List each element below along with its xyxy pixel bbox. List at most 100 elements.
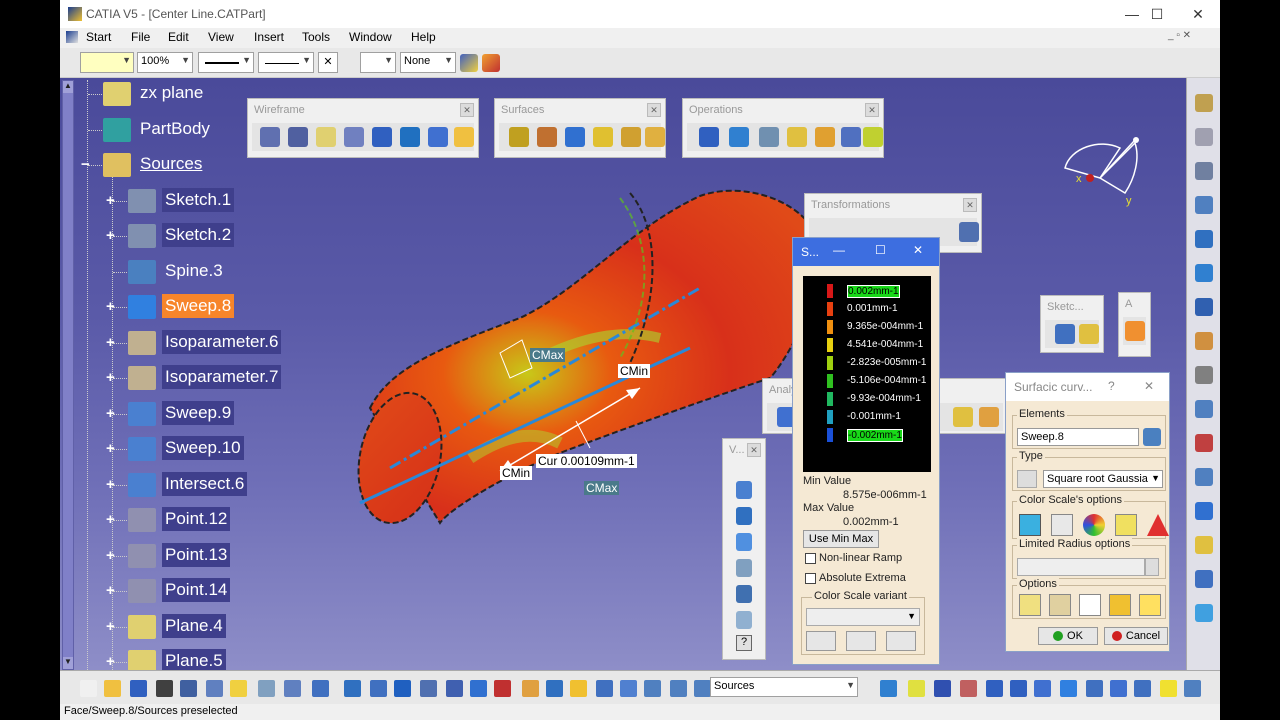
toolbar-tool-icon[interactable] [494,680,511,697]
toolbar-tool-icon[interactable] [546,680,563,697]
line-weight-combo[interactable]: ▼ [258,52,314,73]
color-scale-panel[interactable]: 0.002mm-1 0.001mm-1 9.365e-004mm-1 4.541e-0… [803,276,931,472]
shading-material-icon[interactable] [736,585,752,603]
toolbar-tool-icon[interactable] [522,680,539,697]
spline-icon[interactable] [400,127,420,147]
type-icon[interactable] [1017,470,1037,488]
toolbar-tool-icon[interactable] [180,680,197,697]
toolbar-tool-icon[interactable] [570,680,587,697]
absolute-extrema-checkbox[interactable] [805,573,816,584]
toolbar-tool-icon[interactable] [130,680,147,697]
toolbar-tool-icon[interactable] [1184,680,1201,697]
toolbar-tool-icon[interactable] [1134,680,1151,697]
3d-minmax-icon[interactable] [1049,594,1071,616]
expand-icon[interactable]: + [106,477,119,492]
fillet-icon[interactable] [815,127,835,147]
toolbar-tool-icon[interactable] [1034,680,1051,697]
line-icon[interactable] [288,127,308,147]
close-button[interactable]: ✕ [1178,3,1218,25]
close-icon[interactable]: ✕ [647,103,661,117]
layer-combo[interactable]: None ▼ [400,52,456,73]
toolbar-tool-icon[interactable] [1160,680,1177,697]
workbench-tool-icon[interactable] [1195,332,1213,350]
transparent-view-icon[interactable] [736,611,752,629]
expand-icon[interactable]: + [106,193,119,208]
expand-icon[interactable]: + [106,406,119,421]
toolbar-tool-icon[interactable] [156,680,173,697]
scale-swatch[interactable] [827,374,833,388]
minimize-button[interactable]: — [833,243,845,257]
elements-selector-icon[interactable] [1143,428,1161,446]
expand-icon[interactable]: + [106,335,119,350]
expand-icon[interactable]: + [106,441,119,456]
fill-icon[interactable] [621,127,641,147]
limited-radius-field[interactable] [1017,558,1145,576]
join-icon[interactable] [699,127,719,147]
close-icon[interactable]: ✕ [747,443,761,457]
scale-swatch[interactable] [827,320,833,334]
toolbar-tool-icon[interactable] [1086,680,1103,697]
axis-to-axis-icon[interactable] [959,222,979,242]
extrude-icon[interactable] [509,127,529,147]
toolbar-tool-icon[interactable] [960,680,977,697]
view-toolbar[interactable]: V... ✕ ? [722,438,766,660]
toolbar-tool-icon[interactable] [1110,680,1127,697]
close-icon[interactable]: ✕ [963,198,977,212]
toolbar-tool-icon[interactable] [420,680,437,697]
ok-button[interactable]: OK [1038,627,1098,645]
collapse-icon[interactable]: − [81,157,94,172]
elements-field[interactable]: Sweep.8 [1017,428,1139,446]
color-wheel-icon[interactable] [1083,514,1105,536]
workbench-tool-icon[interactable] [1195,128,1213,146]
non-linear-ramp-checkbox[interactable] [805,553,816,564]
projection-icon[interactable] [344,127,364,147]
sketch-icon[interactable] [454,127,474,147]
toolbar-tool-icon[interactable] [880,680,897,697]
operations-toolbar[interactable]: Operations ✕ [682,98,884,158]
polyline-icon[interactable] [428,127,448,147]
toolbar-tool-icon[interactable] [258,680,275,697]
loft-icon[interactable] [645,127,665,147]
toolbar-tool-icon[interactable] [620,680,637,697]
curvature-values-icon[interactable] [1051,514,1073,536]
plane-icon[interactable] [316,127,336,147]
split-icon[interactable] [729,127,749,147]
minmax-icon[interactable] [1109,594,1131,616]
scale-swatch[interactable] [827,338,833,352]
expand-icon[interactable]: + [106,370,119,385]
toolbar-tool-icon[interactable] [80,680,97,697]
menu-tools[interactable]: Tools [302,30,330,44]
painter-icon[interactable] [482,54,500,72]
workbench-tool-icon[interactable] [1195,604,1213,622]
circle-icon[interactable] [372,127,392,147]
porcupine-icon[interactable] [953,407,973,427]
toolbar-tool-icon[interactable] [344,680,361,697]
menu-insert[interactable]: Insert [254,30,284,44]
workbench-tool-icon[interactable] [1195,434,1213,452]
menu-view[interactable]: View [208,30,234,44]
analysis-icon[interactable] [1125,321,1145,341]
workbench-tool-icon[interactable] [1195,400,1213,418]
positioned-sketch-icon[interactable] [1079,324,1099,344]
scale-swatch[interactable] [827,392,833,406]
toolbar-tool-icon[interactable] [1060,680,1077,697]
maximize-button[interactable]: ☐ [1137,3,1177,25]
menu-edit[interactable]: Edit [168,30,189,44]
scale-swatch[interactable] [827,356,833,370]
toolbar-tool-icon[interactable] [694,680,711,697]
workbench-tool-icon[interactable] [1195,196,1213,214]
toolbar-tool-icon[interactable] [230,680,247,697]
workbench-tool-icon[interactable] [1195,468,1213,486]
point-icon[interactable] [260,127,280,147]
toolbar-tool-icon[interactable] [104,680,121,697]
toolbar-tool-icon[interactable] [284,680,301,697]
color-combo[interactable]: ▼ [80,52,134,73]
sketch-icon[interactable] [1055,324,1075,344]
use-min-max-button[interactable]: Use Min Max [803,530,879,548]
save-variant-icon[interactable] [886,631,916,651]
help-button[interactable]: ? [1108,379,1115,393]
workbench-tool-icon[interactable] [1195,162,1213,180]
close-icon[interactable]: ✕ [460,103,474,117]
doc-window-controls[interactable]: _ ▫ ✕ [1168,30,1191,41]
render-style-combo[interactable]: ▼ [360,52,396,73]
